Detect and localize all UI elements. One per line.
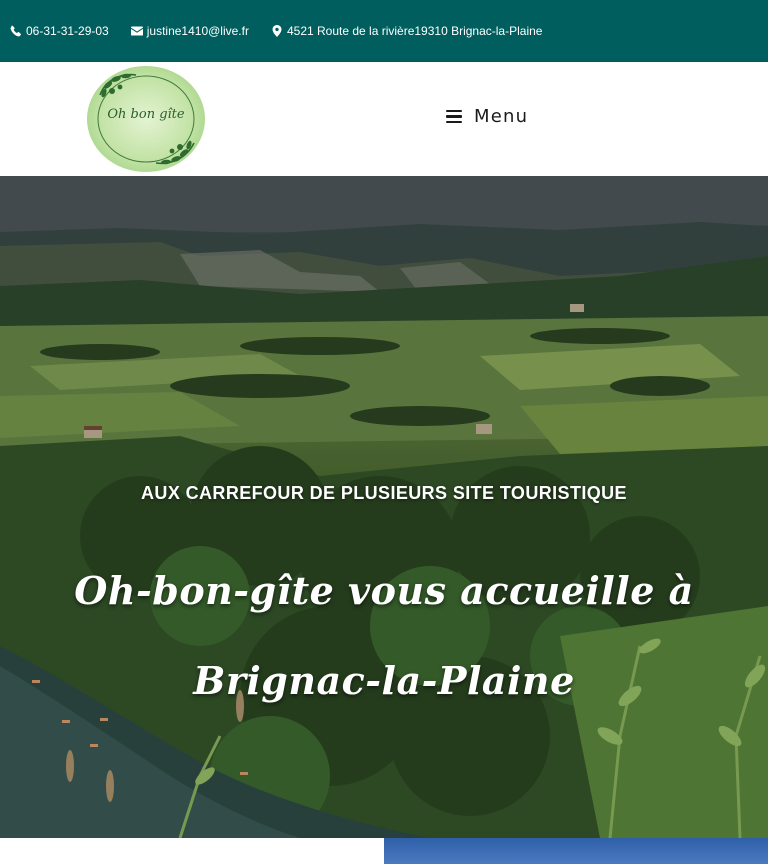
map-marker-icon bbox=[272, 25, 282, 37]
hero-kicker: AUX CARREFOUR DE PLUSIEURS SITE TOURISTI… bbox=[141, 483, 627, 503]
phone-link[interactable]: 06-31-31-29-03 bbox=[10, 24, 109, 38]
email-link[interactable]: justine1410@live.fr bbox=[130, 24, 249, 38]
contact-bar: 06-31-31-29-03 justine1410@live.fr 4521 … bbox=[0, 0, 768, 62]
hamburger-icon bbox=[446, 109, 462, 124]
postal-address: 4521 Route de la rivière19310 Brignac-la… bbox=[286, 24, 543, 38]
next-section-image bbox=[384, 838, 768, 864]
site-logo[interactable]: Oh bon gîte bbox=[86, 65, 206, 173]
menu-button[interactable]: Menu bbox=[446, 106, 528, 127]
site-header: Oh bon gîte Menu bbox=[0, 62, 768, 176]
hero-overlay bbox=[0, 176, 768, 838]
menu-label: Menu bbox=[474, 106, 529, 127]
phone-icon bbox=[10, 25, 21, 37]
phone-number: 06-31-31-29-03 bbox=[26, 24, 109, 38]
next-section-left bbox=[0, 838, 384, 864]
logo-text: Oh bon gîte bbox=[107, 107, 185, 122]
address-link[interactable]: 4521 Route de la rivière19310 Brignac-la… bbox=[271, 24, 543, 38]
hero-banner: AUX CARREFOUR DE PLUSIEURS SITE TOURISTI… bbox=[0, 176, 768, 838]
envelope-icon bbox=[130, 26, 143, 36]
hero-title: Oh-bon-gîte vous accueille à Brignac-la-… bbox=[74, 568, 694, 703]
email-address: justine1410@live.fr bbox=[146, 24, 249, 38]
